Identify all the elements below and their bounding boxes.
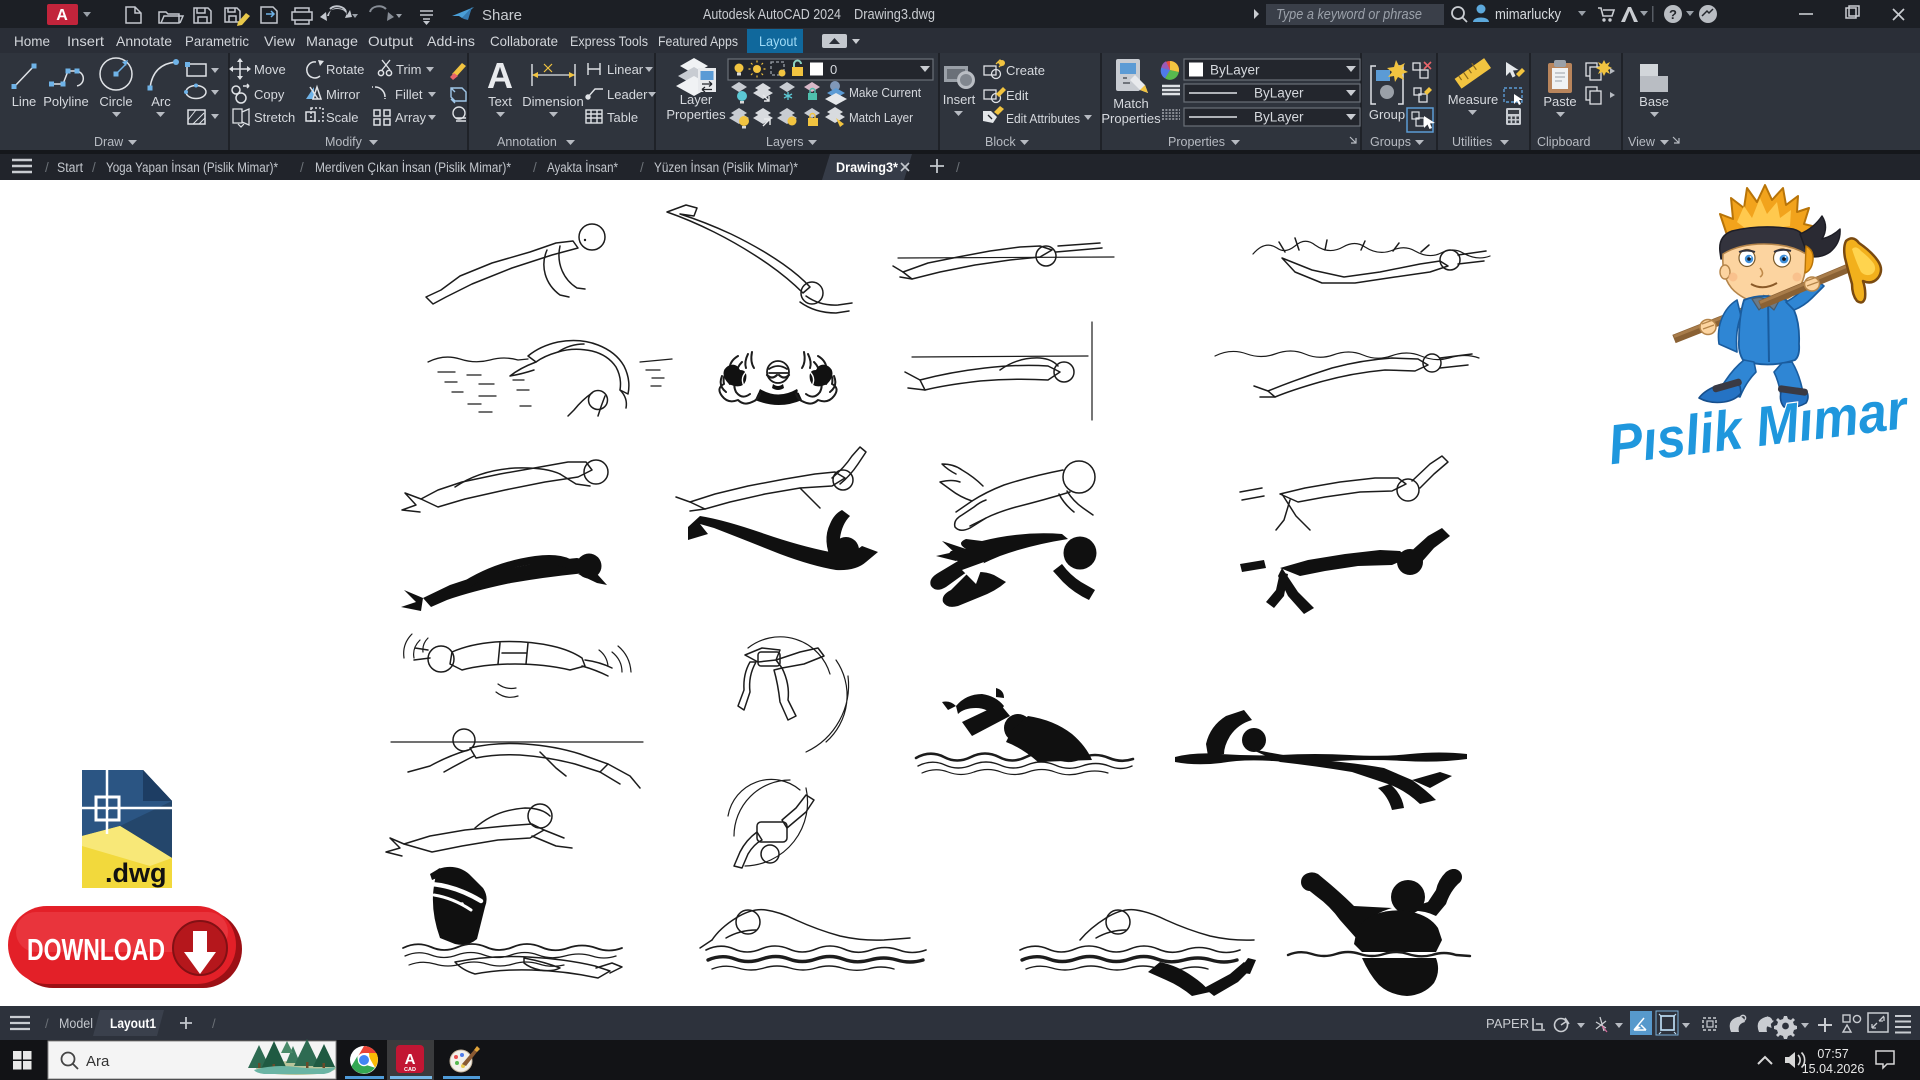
svg-text:Arc: Arc bbox=[151, 94, 171, 109]
svg-text:Featured Apps: Featured Apps bbox=[658, 33, 738, 49]
svg-text:Ayakta İnsan*: Ayakta İnsan* bbox=[547, 160, 619, 175]
svg-text:Stretch: Stretch bbox=[254, 110, 295, 125]
svg-text:0: 0 bbox=[830, 62, 837, 77]
svg-text:Collaborate: Collaborate bbox=[490, 33, 558, 49]
svg-text:Properties: Properties bbox=[666, 107, 726, 122]
svg-text:Insert: Insert bbox=[943, 92, 976, 107]
svg-text:View: View bbox=[1628, 135, 1656, 149]
svg-text:Modify: Modify bbox=[325, 135, 363, 149]
svg-text:Yoga Yapan İnsan (Pislik Mimar: Yoga Yapan İnsan (Pislik Mimar)* bbox=[106, 160, 279, 175]
svg-text:Manage: Manage bbox=[306, 33, 358, 49]
svg-text:Add-ins: Add-ins bbox=[427, 33, 475, 49]
svg-text:PAPER: PAPER bbox=[1486, 1016, 1529, 1031]
svg-text:.dwg: .dwg bbox=[105, 858, 167, 888]
svg-text:Insert: Insert bbox=[67, 33, 104, 49]
svg-text:Type a keyword or phrase: Type a keyword or phrase bbox=[1276, 7, 1422, 23]
svg-text:Merdiven Çıkan İnsan (Pislik M: Merdiven Çıkan İnsan (Pislik Mimar)* bbox=[315, 160, 512, 175]
svg-text:Edit: Edit bbox=[1006, 88, 1029, 103]
svg-text:07:57: 07:57 bbox=[1817, 1047, 1848, 1061]
svg-text:Scale: Scale bbox=[326, 110, 359, 125]
svg-text:Draw: Draw bbox=[94, 135, 124, 149]
svg-text:Mirror: Mirror bbox=[326, 87, 361, 102]
svg-text:/: / bbox=[533, 160, 537, 175]
svg-text:Circle: Circle bbox=[99, 94, 132, 109]
svg-text:Drawing3*: Drawing3* bbox=[836, 160, 899, 175]
svg-text:/: / bbox=[212, 1016, 216, 1031]
svg-text:Move: Move bbox=[254, 62, 286, 77]
svg-text:Make Current: Make Current bbox=[849, 85, 921, 100]
svg-text:Annotate: Annotate bbox=[116, 33, 172, 49]
svg-text:Fillet: Fillet bbox=[395, 87, 423, 102]
svg-text:Groups: Groups bbox=[1370, 135, 1411, 149]
svg-text:Layers: Layers bbox=[766, 135, 804, 149]
svg-text:Properties: Properties bbox=[1168, 135, 1225, 149]
svg-text:Ara: Ara bbox=[86, 1053, 110, 1070]
svg-text:/: / bbox=[45, 1016, 49, 1031]
svg-text:15.04.2026: 15.04.2026 bbox=[1802, 1062, 1865, 1076]
svg-text:Model: Model bbox=[59, 1016, 93, 1031]
svg-text:Clipboard: Clipboard bbox=[1537, 135, 1591, 149]
svg-text:ByLayer: ByLayer bbox=[1254, 110, 1304, 125]
svg-text:Parametric: Parametric bbox=[185, 33, 249, 49]
svg-text:Polyline: Polyline bbox=[43, 94, 89, 109]
svg-text:Yüzen İnsan (Pislik Mimar)*: Yüzen İnsan (Pislik Mimar)* bbox=[654, 160, 799, 175]
svg-text:Table: Table bbox=[607, 110, 638, 125]
svg-text:/: / bbox=[956, 160, 960, 175]
svg-text:Create: Create bbox=[1006, 63, 1045, 78]
svg-text:Match: Match bbox=[1113, 96, 1148, 111]
svg-text:A: A bbox=[405, 1051, 416, 1068]
svg-text:Express Tools: Express Tools bbox=[570, 33, 648, 49]
svg-text:Share: Share bbox=[482, 7, 522, 24]
svg-text:Line: Line bbox=[12, 94, 37, 109]
svg-text:Layout: Layout bbox=[759, 33, 797, 49]
svg-text:Block: Block bbox=[985, 135, 1016, 149]
svg-text:Paste: Paste bbox=[1543, 94, 1576, 109]
svg-text:Home: Home bbox=[14, 33, 50, 49]
svg-text:CAD: CAD bbox=[404, 1067, 416, 1073]
svg-text:Autodesk AutoCAD 2024: Autodesk AutoCAD 2024 bbox=[703, 6, 841, 23]
svg-text:Copy: Copy bbox=[254, 87, 285, 102]
svg-text:Output: Output bbox=[368, 33, 413, 49]
svg-text:Edit Attributes: Edit Attributes bbox=[1006, 111, 1080, 126]
svg-text:Base: Base bbox=[1639, 94, 1669, 109]
svg-text:ByLayer: ByLayer bbox=[1254, 86, 1304, 101]
svg-text:Properties: Properties bbox=[1101, 111, 1161, 126]
svg-text:Text: Text bbox=[488, 94, 512, 109]
svg-text:Trim: Trim bbox=[396, 62, 422, 77]
svg-text:Measure: Measure bbox=[1448, 92, 1499, 107]
svg-text:A: A bbox=[487, 55, 513, 96]
svg-text:Group: Group bbox=[1369, 107, 1405, 122]
svg-text:View: View bbox=[264, 33, 296, 49]
svg-text:Annotation: Annotation bbox=[497, 135, 557, 149]
svg-text:/: / bbox=[45, 160, 49, 175]
svg-text:/: / bbox=[300, 160, 304, 175]
svg-text:Rotate: Rotate bbox=[326, 62, 364, 77]
svg-text:Match Layer: Match Layer bbox=[849, 110, 914, 125]
svg-text:/: / bbox=[640, 160, 644, 175]
svg-text:Linear: Linear bbox=[607, 62, 644, 77]
svg-text:Utilities: Utilities bbox=[1452, 135, 1492, 149]
svg-text:Drawing3.dwg: Drawing3.dwg bbox=[854, 6, 935, 23]
svg-text:A: A bbox=[56, 7, 68, 24]
svg-text:Layout1: Layout1 bbox=[110, 1016, 156, 1031]
svg-text:?: ? bbox=[1669, 7, 1677, 22]
svg-text:Leader: Leader bbox=[607, 87, 648, 102]
svg-text:Layer: Layer bbox=[680, 92, 713, 107]
svg-text:DOWNLOAD: DOWNLOAD bbox=[27, 932, 165, 967]
svg-text:/: / bbox=[92, 160, 96, 175]
svg-text:ByLayer: ByLayer bbox=[1210, 63, 1260, 78]
svg-text:Array: Array bbox=[395, 110, 427, 125]
svg-text:mimarlucky: mimarlucky bbox=[1495, 6, 1561, 23]
svg-text:Start: Start bbox=[57, 160, 83, 175]
svg-text:Dimension: Dimension bbox=[522, 94, 583, 109]
